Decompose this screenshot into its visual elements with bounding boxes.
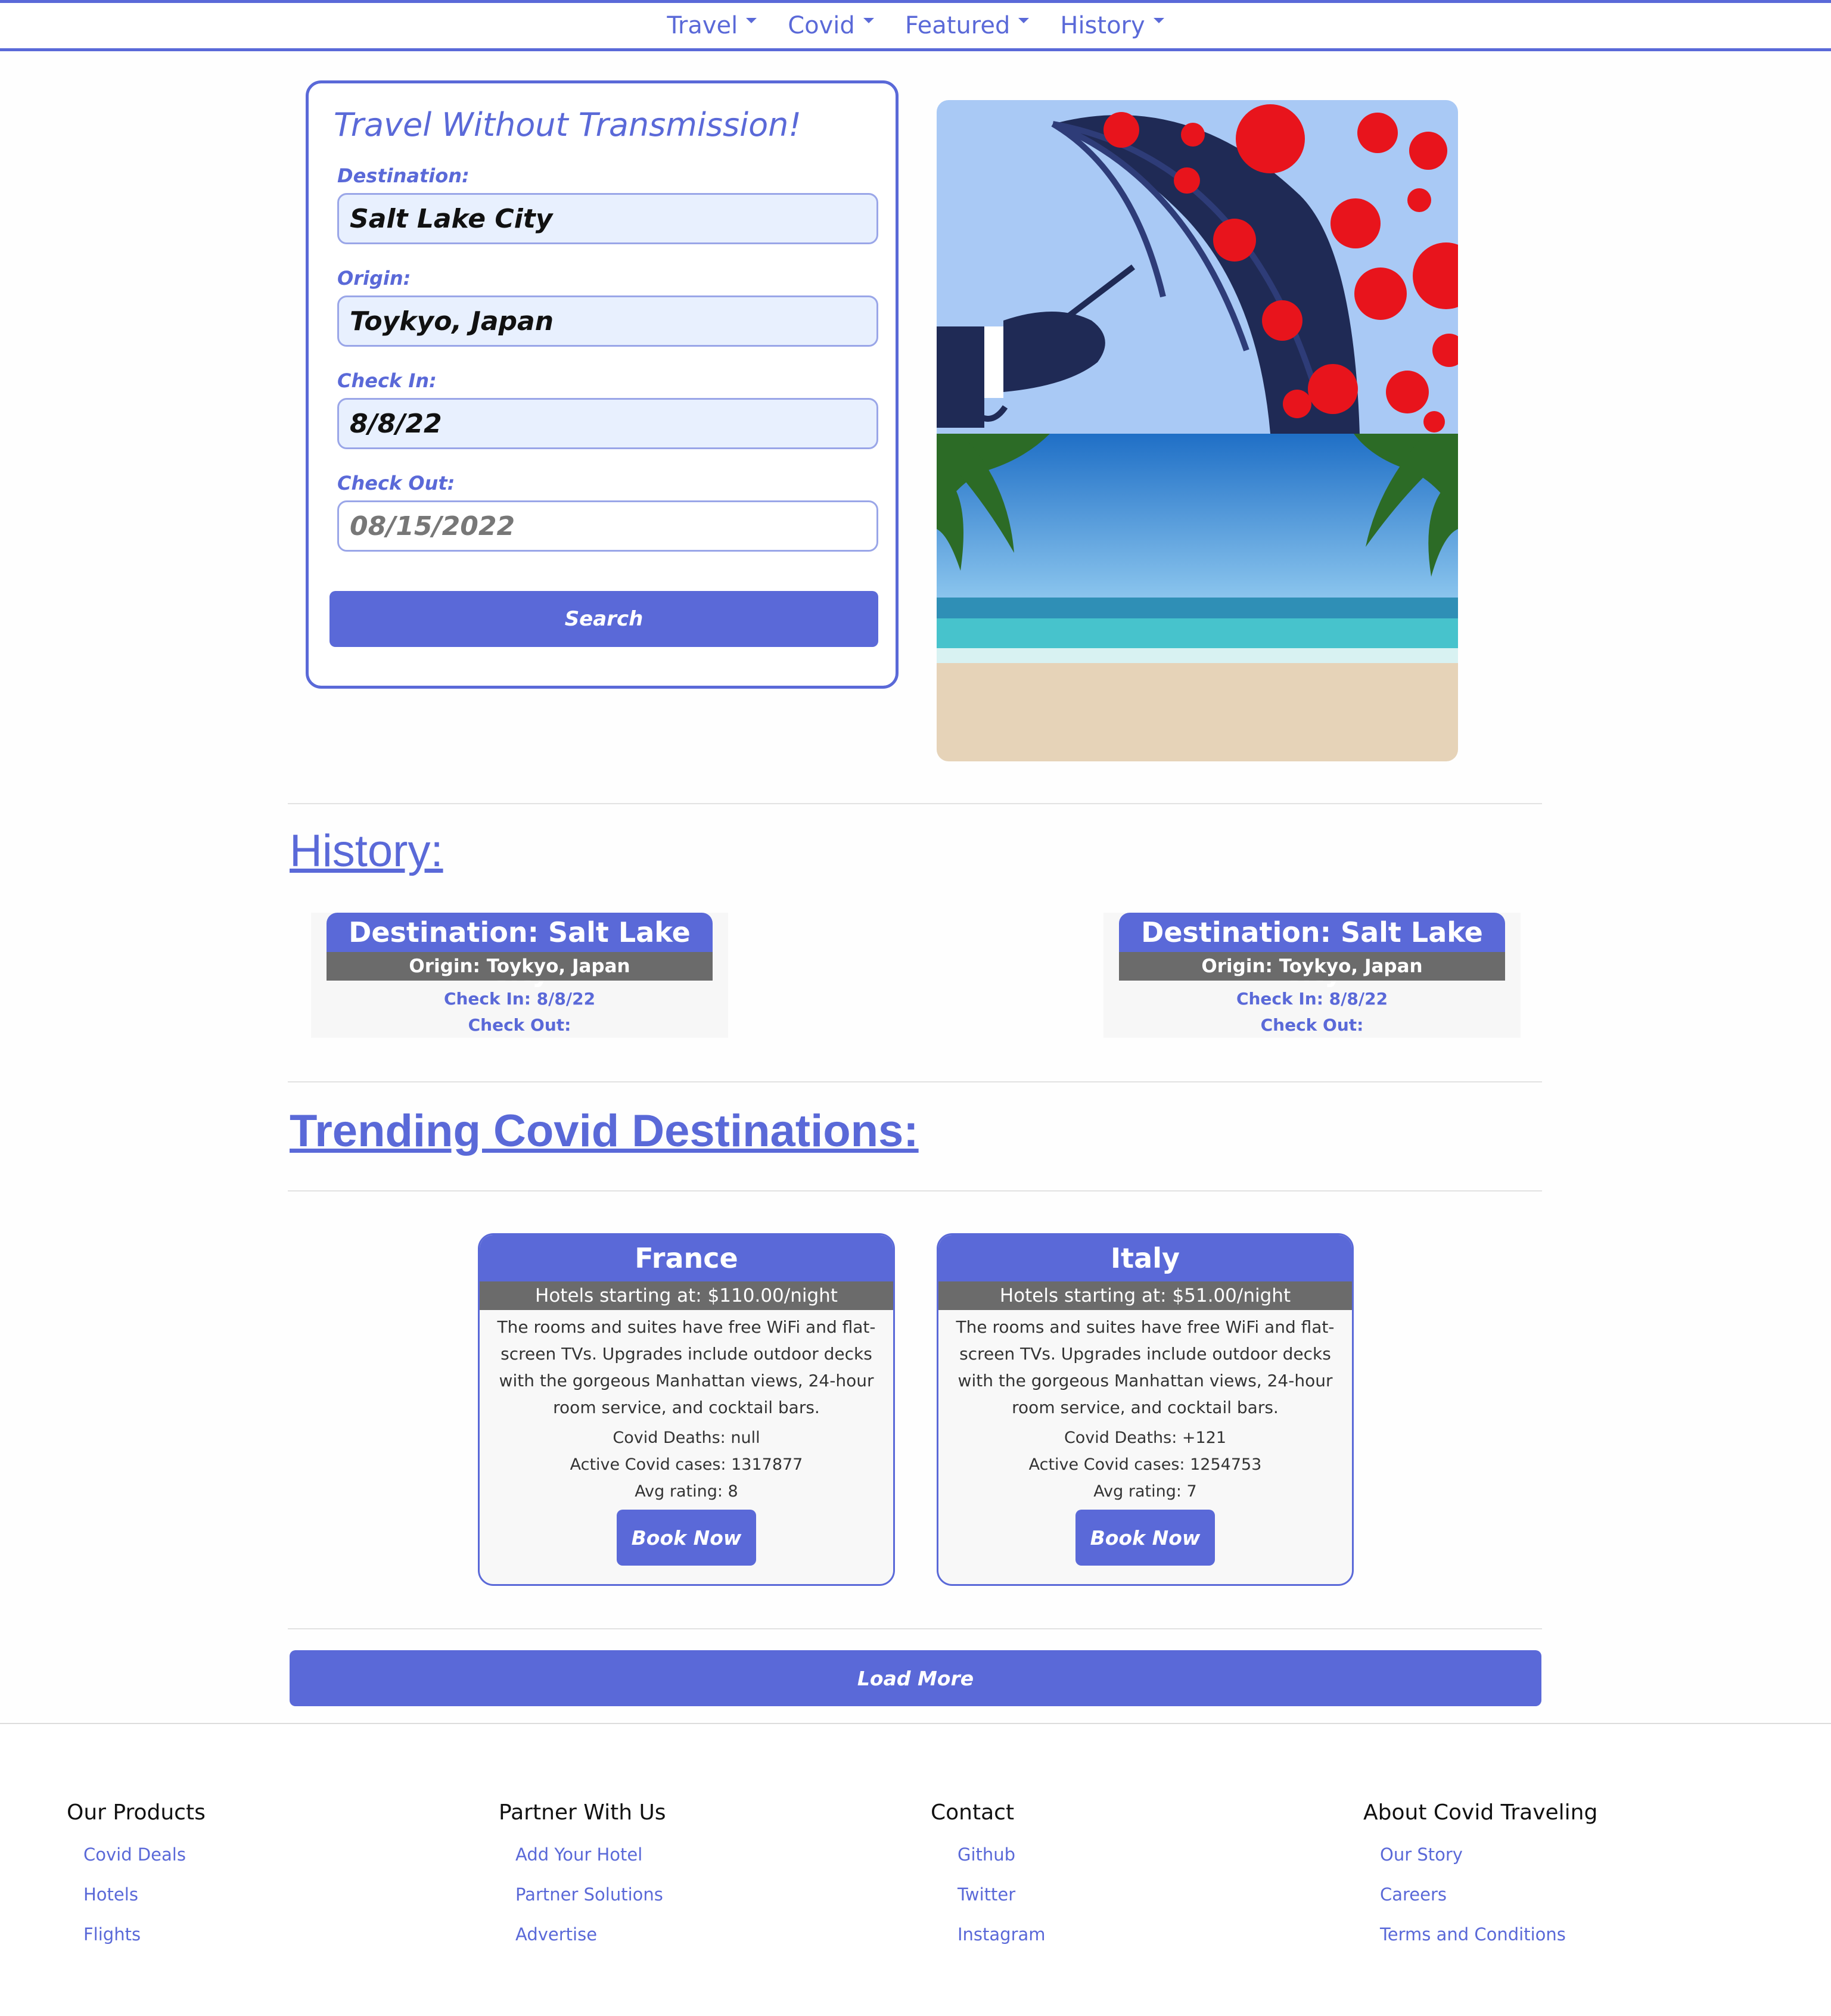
destination-description: The rooms and suites have free WiFi and … xyxy=(497,1317,876,1417)
destination-description: The rooms and suites have free WiFi and … xyxy=(956,1317,1335,1417)
section-divider xyxy=(288,1628,1542,1629)
footer-link-partner-solutions[interactable]: Partner Solutions xyxy=(515,1886,666,1926)
history-destination: Destination: Salt Lake City xyxy=(327,913,713,988)
footer-link-instagram[interactable]: Instagram xyxy=(958,1926,1046,1966)
nav-travel-label: Travel xyxy=(667,12,738,39)
search-button[interactable]: Search xyxy=(329,591,878,647)
avg-rating: Avg rating: 7 xyxy=(1093,1482,1197,1501)
active-cases: Active Covid cases: 1317877 xyxy=(570,1455,803,1474)
footer-column-partner: Partner With Us Add Your Hotel Partner S… xyxy=(499,1800,666,1966)
destination-name: Italy xyxy=(938,1235,1352,1281)
history-origin: Origin: Toykyo, Japan xyxy=(327,952,713,981)
checkin-input[interactable] xyxy=(337,398,878,449)
nav-covid-dropdown[interactable]: Covid xyxy=(788,12,874,39)
covid-deaths: Covid Deaths: +121 xyxy=(1064,1429,1227,1447)
footer-link-terms[interactable]: Terms and Conditions xyxy=(1380,1926,1597,1966)
history-card[interactable]: Destination: Salt Lake City Origin: Toyk… xyxy=(311,913,728,1038)
checkin-label: Check In: xyxy=(337,369,437,392)
chevron-down-icon xyxy=(1018,17,1030,23)
history-checkin: Check In: 8/8/22 xyxy=(443,989,596,1009)
top-navbar: Travel Covid Featured History xyxy=(0,0,1831,51)
destination-input[interactable] xyxy=(337,193,878,244)
history-origin: Origin: Toykyo, Japan xyxy=(1119,952,1505,981)
covid-deaths: Covid Deaths: null xyxy=(613,1429,760,1447)
site-footer: Our Products Covid Deals Hotels Flights … xyxy=(0,1723,1831,2016)
book-now-button[interactable]: Book Now xyxy=(1075,1510,1215,1566)
footer-link-github[interactable]: Github xyxy=(958,1846,1046,1886)
history-destination: Destination: Salt Lake City xyxy=(1119,913,1505,988)
beach-palm-image xyxy=(937,434,1458,761)
footer-heading: Our Products xyxy=(67,1800,206,1825)
destination-price: Hotels starting at: $110.00/night xyxy=(480,1281,893,1310)
footer-link-twitter[interactable]: Twitter xyxy=(958,1886,1046,1926)
trip-search-form: Travel Without Transmission! Destination… xyxy=(306,80,899,689)
footer-heading: About Covid Traveling xyxy=(1363,1800,1598,1825)
chevron-down-icon xyxy=(746,17,757,23)
footer-link-hotels[interactable]: Hotels xyxy=(83,1886,206,1926)
nav-featured-label: Featured xyxy=(904,12,1011,39)
nav-featured-dropdown[interactable]: Featured xyxy=(905,12,1030,39)
book-now-button[interactable]: Book Now xyxy=(617,1510,756,1566)
trending-heading: Trending Covid Destinations: xyxy=(290,1106,919,1156)
footer-column-products: Our Products Covid Deals Hotels Flights xyxy=(67,1800,206,1966)
history-card[interactable]: Destination: Salt Lake City Origin: Toyk… xyxy=(1103,913,1521,1038)
destination-price: Hotels starting at: $51.00/night xyxy=(938,1281,1352,1310)
nav-history-label: History xyxy=(1060,12,1145,39)
origin-input[interactable] xyxy=(337,295,878,347)
footer-heading: Contact xyxy=(931,1800,1015,1825)
destination-name: France xyxy=(480,1235,893,1281)
footer-link-flights[interactable]: Flights xyxy=(83,1926,206,1966)
chevron-down-icon xyxy=(863,17,874,23)
checkout-label: Check Out: xyxy=(337,472,455,494)
section-divider xyxy=(288,1081,1542,1082)
footer-column-about: About Covid Traveling Our Story Careers … xyxy=(1363,1800,1597,1966)
footer-link-advertise[interactable]: Advertise xyxy=(515,1926,666,1966)
footer-column-contact: Contact Github Twitter Instagram xyxy=(931,1800,1046,1966)
footer-heading: Partner With Us xyxy=(499,1800,666,1825)
chevron-down-icon xyxy=(1153,17,1164,23)
history-checkin: Check In: 8/8/22 xyxy=(1236,989,1388,1009)
destination-card-italy: Italy Hotels starting at: $51.00/night T… xyxy=(937,1233,1354,1586)
footer-link-our-story[interactable]: Our Story xyxy=(1380,1846,1597,1886)
section-divider xyxy=(288,1190,1542,1191)
origin-label: Origin: xyxy=(337,267,411,290)
destination-card-france: France Hotels starting at: $110.00/night… xyxy=(478,1233,895,1586)
history-checkout: Check Out: xyxy=(1260,1015,1364,1035)
load-more-button[interactable]: Load More xyxy=(290,1650,1541,1706)
avg-rating: Avg rating: 8 xyxy=(635,1482,738,1501)
footer-link-add-hotel[interactable]: Add Your Hotel xyxy=(515,1846,666,1886)
destination-label: Destination: xyxy=(337,164,470,187)
nav-travel-dropdown[interactable]: Travel xyxy=(667,12,757,39)
nav-history-dropdown[interactable]: History xyxy=(1060,12,1164,39)
section-divider xyxy=(288,803,1542,804)
active-cases: Active Covid cases: 1254753 xyxy=(1028,1455,1262,1474)
search-title: Travel Without Transmission! xyxy=(334,106,802,144)
history-checkout: Check Out: xyxy=(468,1015,571,1035)
nav-covid-label: Covid xyxy=(788,12,855,39)
umbrella-virus-image xyxy=(937,100,1458,434)
footer-link-covid-deals[interactable]: Covid Deals xyxy=(83,1846,206,1886)
footer-link-careers[interactable]: Careers xyxy=(1380,1886,1597,1926)
history-heading: History: xyxy=(290,826,443,876)
checkout-date-input[interactable] xyxy=(337,500,878,552)
